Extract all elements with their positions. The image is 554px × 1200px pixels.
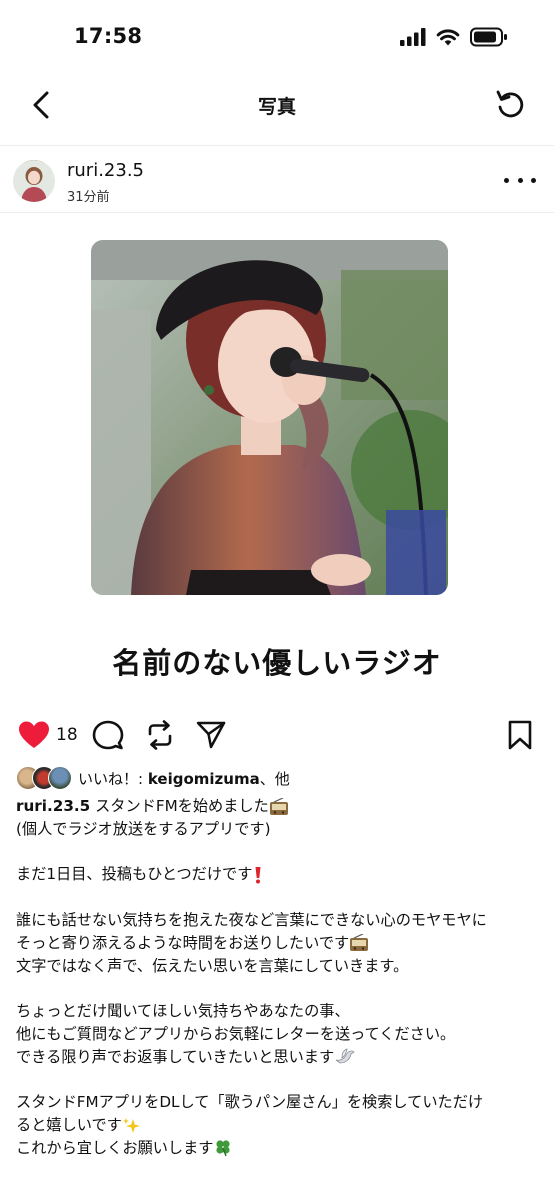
like-count[interactable]: 18 — [56, 725, 78, 745]
caption-line: 文字ではなく声で、伝えたい思いを言葉にしていきます。 — [16, 956, 409, 975]
status-icons — [400, 26, 508, 48]
bookmark-icon — [508, 720, 532, 750]
repost-button[interactable] — [144, 719, 176, 751]
send-icon — [196, 721, 226, 749]
avatar-image — [13, 160, 55, 202]
caption-line — [16, 886, 544, 909]
caption-line: (個人でラジオ放送をするアプリです) — [16, 819, 271, 838]
bookmark-button[interactable] — [506, 719, 534, 751]
caption-line: スタンドFMを始めました — [95, 797, 269, 815]
repost-icon — [148, 720, 172, 750]
heart-filled-icon — [19, 721, 49, 748]
four-leaf-clover-emoji-icon — [216, 1140, 231, 1157]
liker-avatars[interactable] — [16, 766, 74, 790]
comment-button[interactable] — [92, 719, 124, 751]
caption-username[interactable]: ruri.23.5 — [16, 797, 90, 815]
caption-line: ちょっとだけ聞いてほしい気持ちやあなたの事、 — [16, 1002, 350, 1021]
liked-by-user[interactable]: keigomizuma — [148, 770, 260, 788]
sparkles-emoji-icon — [122, 1117, 140, 1133]
liked-by-prefix: いいね！: — [78, 770, 148, 788]
refresh-icon — [496, 90, 524, 118]
more-dot-icon — [517, 177, 523, 183]
post-caption: ruri.23.5 スタンドFMを始めました (個人でラジオ放送をするアプリです… — [16, 795, 544, 1160]
liked-by-text[interactable]: いいね！: keigomizuma、他 — [78, 768, 290, 789]
comment-icon — [92, 720, 124, 750]
caption-line: 他にもご質問などアプリからお気軽にレターを送ってください。 — [16, 1024, 456, 1043]
radio-emoji-icon — [269, 797, 288, 815]
post-photo[interactable] — [91, 240, 448, 595]
status-time: 17:58 — [74, 24, 143, 48]
caption-line: これから宜しくお願いします — [16, 1138, 214, 1157]
liker-avatar — [48, 766, 72, 790]
caption-line: できる限り声でお返事していきたいと思います — [16, 1047, 335, 1066]
exclamation-emoji-icon — [255, 866, 261, 884]
cellular-signal-icon — [400, 28, 426, 46]
page-title: 写真 — [257, 96, 296, 118]
refresh-button[interactable] — [494, 87, 526, 121]
caption-line: ると嬉しいです — [16, 1116, 122, 1135]
more-dot-icon — [504, 177, 509, 183]
nav-divider — [0, 145, 554, 146]
wifi-icon — [436, 29, 460, 46]
like-button[interactable] — [18, 720, 50, 750]
caption-line: そっと寄り添えるような時間をお送りしたいです — [16, 933, 350, 952]
share-button[interactable] — [195, 719, 227, 751]
caption-line: スタンドFMアプリをDLして「歌うパン屋さん」を検索していただけ — [16, 1093, 484, 1112]
singer-photo-image — [91, 240, 448, 595]
more-dot-icon — [531, 177, 536, 183]
caption-line — [16, 1069, 544, 1092]
dove-emoji-icon — [335, 1048, 355, 1064]
battery-icon — [470, 27, 507, 47]
caption-line — [16, 977, 544, 1000]
radio-emoji-icon — [350, 934, 369, 952]
header-divider — [0, 212, 554, 213]
liked-by-suffix: 、他 — [259, 770, 290, 788]
avatar[interactable] — [13, 160, 55, 202]
caption-line — [16, 841, 544, 864]
post-timestamp: 31分前 — [67, 190, 110, 205]
post-username[interactable]: ruri.23.5 — [67, 160, 144, 181]
photo-caption-title: 名前のない優しいラジオ — [112, 646, 442, 680]
more-options-button[interactable] — [504, 168, 536, 192]
caption-line: 誰にも話せない気持ちを抱えた夜など言葉にできない心のモヤモヤに — [16, 910, 487, 929]
caption-line: まだ1日目、投稿もひとつだけです — [16, 865, 253, 884]
